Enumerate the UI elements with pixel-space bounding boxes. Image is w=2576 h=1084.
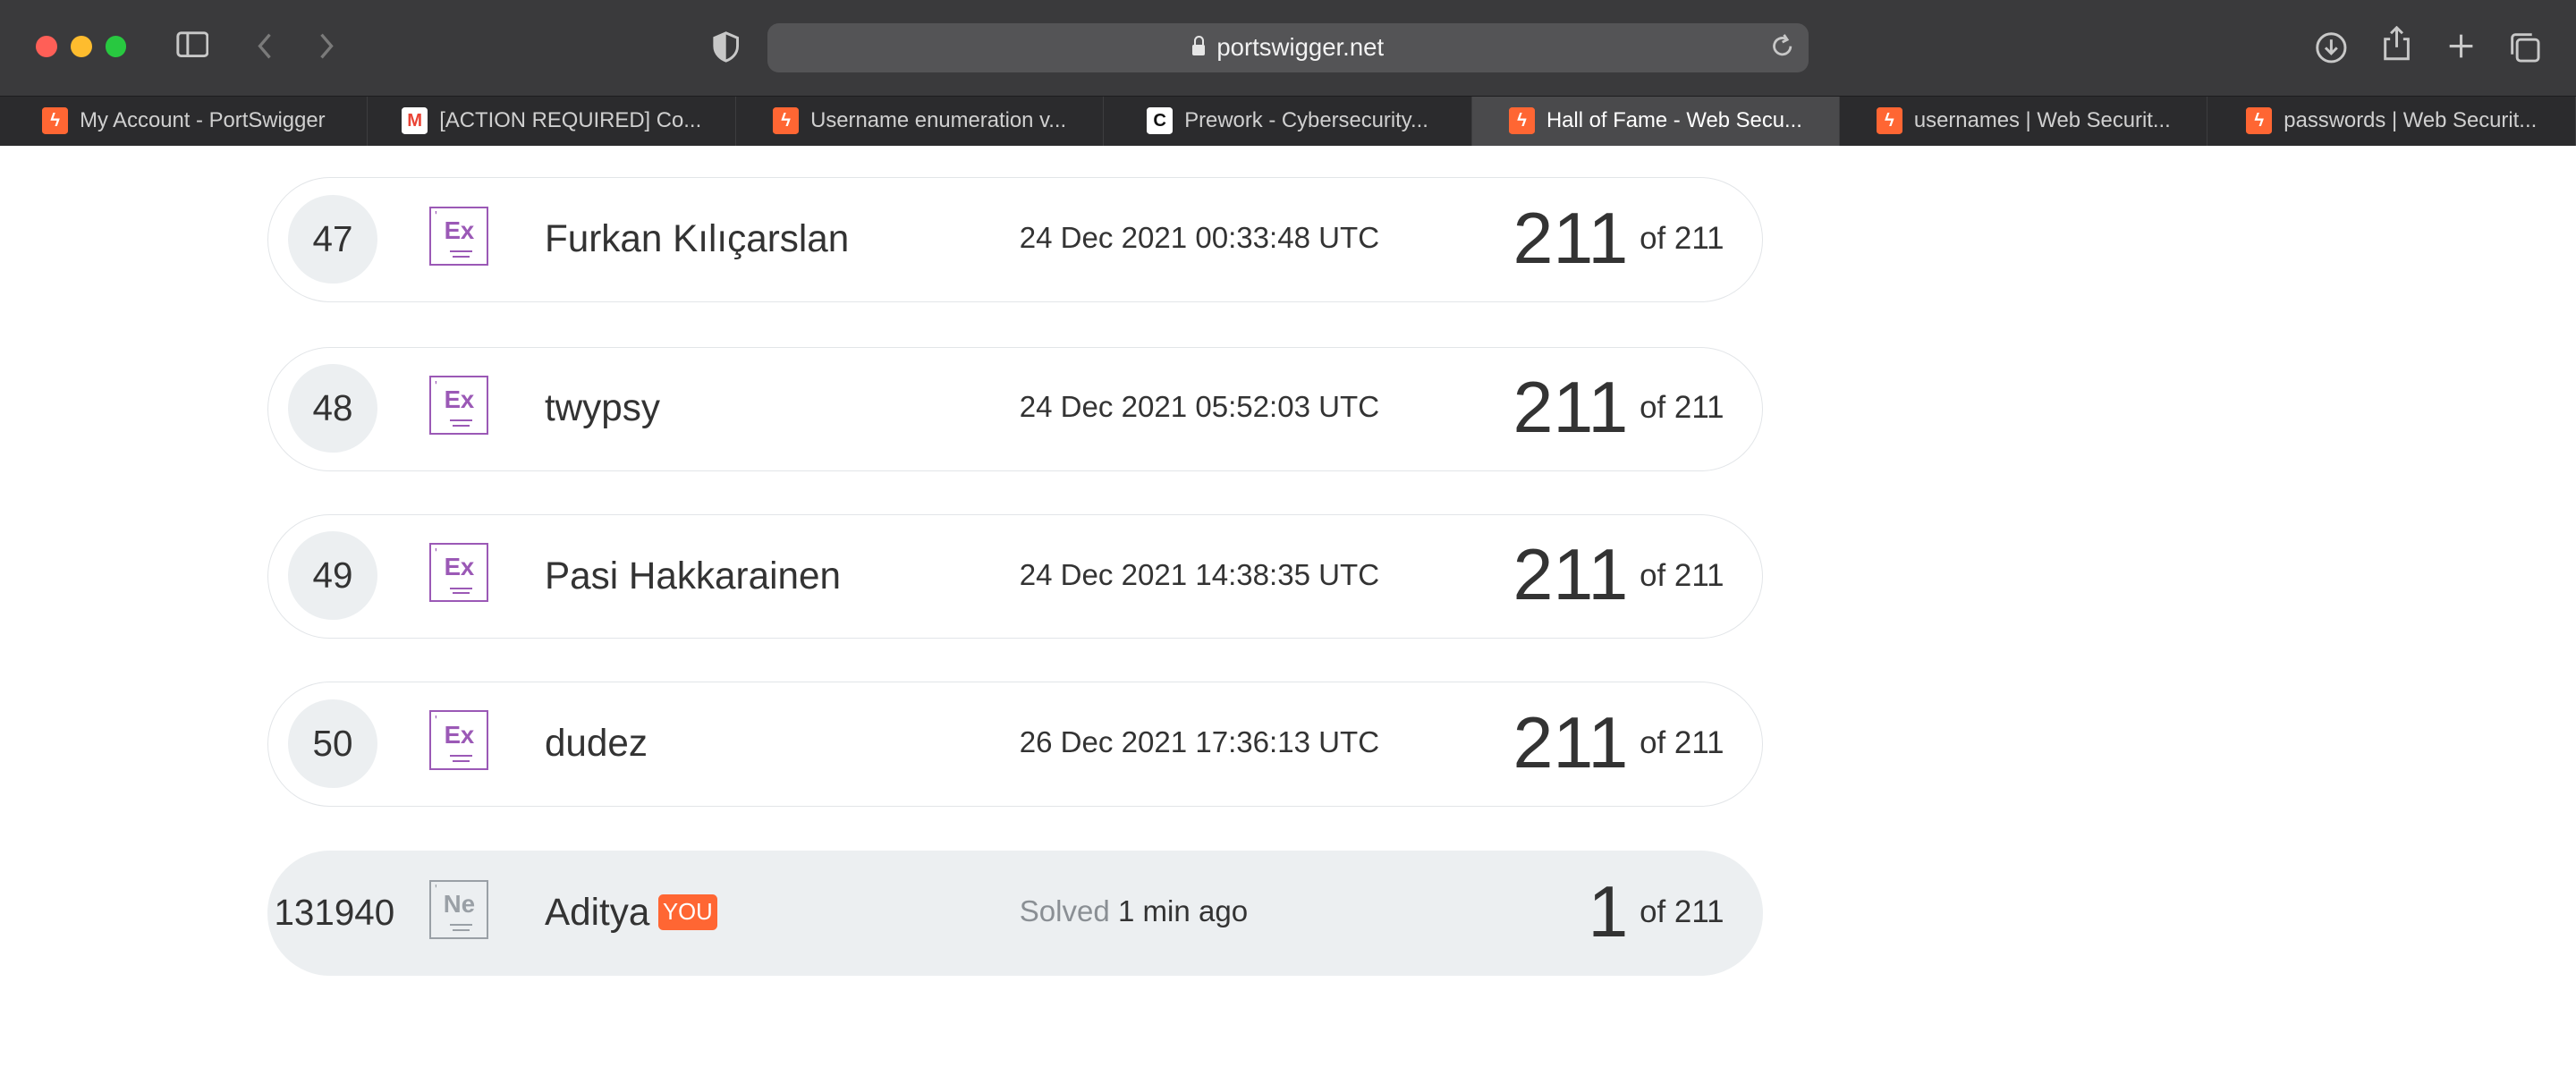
portswigger-icon: ϟ bbox=[2246, 107, 2273, 134]
completion-time: Solved 1 min ago bbox=[1019, 895, 1249, 929]
tab-usernames[interactable]: ϟ usernames | Web Securit... bbox=[1840, 96, 2208, 146]
you-badge: YOU bbox=[657, 894, 718, 931]
tab-prework[interactable]: C Prework - Cybersecurity... bbox=[1104, 96, 1472, 146]
completion-time: 24 Dec 2021 05:52:03 UTC bbox=[1019, 391, 1380, 425]
lock-icon bbox=[1191, 36, 1206, 56]
level-expert-icon: ' Ex bbox=[429, 206, 489, 266]
table-row: 50 ' Ex dudez 26 Dec 2021 17:36:13 UTC 21… bbox=[267, 682, 1763, 807]
level-expert-icon: ' Ex bbox=[429, 543, 489, 603]
sidebar-icon[interactable] bbox=[175, 31, 209, 63]
reload-icon[interactable] bbox=[1769, 33, 1795, 65]
back-icon[interactable] bbox=[255, 31, 275, 66]
rank-badge: 48 bbox=[288, 363, 377, 453]
table-row: 48 ' Ex twypsy 24 Dec 2021 05:52:03 UTC 2… bbox=[267, 346, 1763, 472]
completion-time: 24 Dec 2021 00:33:48 UTC bbox=[1019, 222, 1380, 256]
close-window-button[interactable] bbox=[36, 36, 58, 58]
window-controls bbox=[36, 36, 127, 58]
portswigger-icon: ϟ bbox=[772, 107, 800, 134]
minimize-window-button[interactable] bbox=[70, 36, 92, 58]
portswigger-icon: ϟ bbox=[1508, 107, 1536, 134]
completion-time: 26 Dec 2021 17:36:13 UTC bbox=[1019, 726, 1380, 760]
score: 1 of 211 bbox=[1588, 871, 1724, 953]
level-newbie-icon: ' Ne bbox=[429, 879, 489, 939]
rank-badge: 47 bbox=[288, 194, 377, 284]
rank-badge: 49 bbox=[288, 531, 377, 621]
completion-time: 24 Dec 2021 14:38:35 UTC bbox=[1019, 558, 1380, 592]
hall-of-fame-list: 47 ' Ex Furkan Kılıçarslan 24 Dec 2021 00… bbox=[0, 146, 2576, 1084]
tab-passwords[interactable]: ϟ passwords | Web Securit... bbox=[2207, 96, 2576, 146]
tab-gmail[interactable]: M [ACTION REQUIRED] Co... bbox=[368, 96, 736, 146]
username: Aditya YOU bbox=[545, 851, 718, 973]
privacy-shield-icon[interactable] bbox=[713, 31, 740, 68]
browser-toolbar: portswigger.net bbox=[0, 0, 2576, 96]
portswigger-icon: ϟ bbox=[1876, 107, 1903, 134]
your-row: 131940 ' Ne Aditya YOU Solved 1 min ago 1… bbox=[267, 851, 1763, 976]
url-text: portswigger.net bbox=[1216, 33, 1385, 62]
username: twypsy bbox=[544, 386, 661, 429]
portswigger-icon: ϟ bbox=[41, 107, 69, 134]
codepath-icon: C bbox=[1146, 107, 1174, 134]
tab-username-enumeration[interactable]: ϟ Username enumeration v... bbox=[736, 96, 1105, 146]
forward-icon[interactable] bbox=[317, 31, 336, 66]
score: 211 of 211 bbox=[1513, 535, 1724, 616]
username: Furkan Kılıçarslan bbox=[544, 217, 850, 260]
username: Pasi Hakkarainen bbox=[544, 554, 841, 597]
share-icon[interactable] bbox=[2382, 26, 2411, 67]
table-row: 47 ' Ex Furkan Kılıçarslan 24 Dec 2021 00… bbox=[267, 177, 1763, 302]
table-row: 49 ' Ex Pasi Hakkarainen 24 Dec 2021 14:3… bbox=[267, 513, 1763, 639]
tab-bar: ϟ My Account - PortSwigger M [ACTION REQ… bbox=[0, 95, 2576, 147]
score: 211 of 211 bbox=[1513, 198, 1724, 279]
address-bar[interactable]: portswigger.net bbox=[767, 22, 1809, 72]
zoom-window-button[interactable] bbox=[105, 36, 127, 58]
username: dudez bbox=[544, 722, 648, 765]
level-expert-icon: ' Ex bbox=[429, 710, 489, 770]
gmail-icon: M bbox=[402, 107, 428, 134]
tab-overview-icon[interactable] bbox=[2509, 31, 2542, 70]
downloads-icon[interactable] bbox=[2315, 31, 2348, 70]
new-tab-icon[interactable] bbox=[2446, 31, 2476, 66]
score: 211 of 211 bbox=[1513, 702, 1724, 783]
rank-badge: 131940 bbox=[274, 891, 395, 933]
tab-my-account[interactable]: ϟ My Account - PortSwigger bbox=[0, 96, 369, 146]
rank-badge: 50 bbox=[288, 699, 377, 788]
tab-hall-of-fame[interactable]: ϟ Hall of Fame - Web Secu... bbox=[1471, 96, 1841, 146]
level-expert-icon: ' Ex bbox=[429, 375, 489, 435]
score: 211 of 211 bbox=[1513, 367, 1724, 448]
